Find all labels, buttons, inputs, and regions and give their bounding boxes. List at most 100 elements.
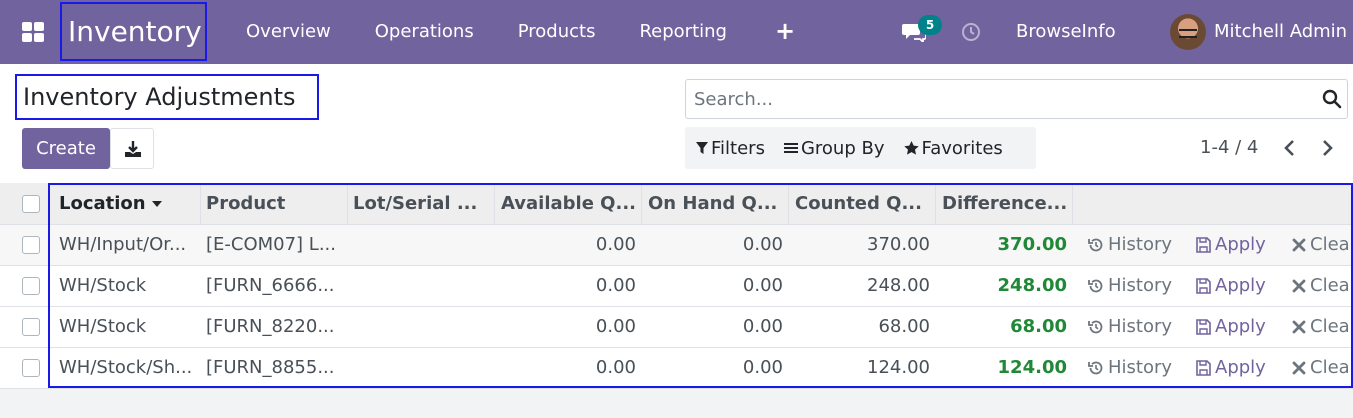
menu-overview[interactable]: Overview bbox=[224, 0, 353, 64]
column-product[interactable]: Product bbox=[200, 183, 348, 225]
row-checkbox[interactable] bbox=[22, 277, 40, 295]
clear-label: Clear bbox=[1310, 357, 1353, 378]
apply-label: Apply bbox=[1215, 316, 1266, 337]
table-row[interactable]: WH/Stock [FURN_6666... 0.00 0.00 248.00 … bbox=[0, 266, 1353, 307]
row-checkbox[interactable] bbox=[22, 318, 40, 336]
history-icon bbox=[1088, 320, 1103, 334]
apply-label: Apply bbox=[1215, 357, 1266, 378]
apply-button[interactable]: Apply bbox=[1196, 348, 1266, 388]
column-available-qty[interactable]: Available Q... bbox=[495, 183, 642, 225]
history-label: History bbox=[1108, 357, 1173, 378]
clear-label: Clear bbox=[1310, 275, 1353, 296]
group-by-button[interactable]: Group By bbox=[773, 127, 893, 169]
cell-available: 0.00 bbox=[595, 357, 636, 378]
menu-products[interactable]: Products bbox=[496, 0, 618, 64]
list-icon bbox=[783, 143, 798, 153]
clear-button[interactable]: Clear bbox=[1292, 225, 1353, 265]
main-menu: Overview Operations Products Reporting bbox=[224, 0, 749, 64]
cell-lot bbox=[347, 266, 495, 306]
user-menu[interactable]: Mitchell Admin bbox=[1214, 0, 1347, 64]
cell-location: WH/Stock bbox=[59, 316, 147, 337]
save-icon bbox=[1196, 278, 1211, 294]
group-by-label: Group By bbox=[800, 137, 885, 159]
filters-button[interactable]: Filters bbox=[685, 127, 773, 169]
row-checkbox[interactable] bbox=[22, 359, 40, 377]
cell-difference: 68.00 bbox=[1010, 316, 1067, 337]
save-icon bbox=[1196, 237, 1211, 253]
star-icon bbox=[903, 141, 919, 155]
menu-operations[interactable]: Operations bbox=[353, 0, 496, 64]
select-all-checkbox[interactable] bbox=[22, 195, 40, 213]
cell-counted[interactable]: 124.00 bbox=[789, 348, 936, 388]
page-background bbox=[0, 389, 1353, 418]
plus-icon[interactable]: + bbox=[775, 18, 795, 44]
apply-button[interactable]: Apply bbox=[1196, 225, 1266, 265]
cell-difference: 370.00 bbox=[997, 234, 1067, 255]
table-row[interactable]: WH/Input/Or... [E-COM07] L... 0.00 0.00 … bbox=[0, 225, 1353, 266]
close-icon bbox=[1292, 320, 1306, 334]
row-checkbox[interactable] bbox=[22, 236, 40, 254]
favorites-button[interactable]: Favorites bbox=[893, 127, 1011, 169]
apps-menu-icon[interactable] bbox=[22, 22, 44, 42]
cell-product: [FURN_8855... bbox=[206, 357, 335, 378]
search-icon[interactable] bbox=[1322, 89, 1342, 109]
filter-icon bbox=[696, 142, 708, 154]
cell-counted[interactable]: 68.00 bbox=[789, 307, 936, 347]
cell-product: [FURN_8220... bbox=[206, 316, 335, 337]
history-button[interactable]: History bbox=[1088, 225, 1172, 265]
filters-label: Filters bbox=[711, 137, 765, 159]
clear-clip: Clear bbox=[1290, 307, 1353, 347]
history-label: History bbox=[1108, 275, 1173, 296]
cell-counted[interactable]: 248.00 bbox=[789, 266, 936, 306]
cell-counted[interactable]: 370.00 bbox=[789, 225, 936, 265]
column-difference[interactable]: Difference... bbox=[936, 183, 1073, 225]
cell-on-hand: 0.00 bbox=[742, 234, 783, 255]
search-options: Filters Group By Favorites bbox=[685, 127, 1036, 169]
avatar[interactable] bbox=[1170, 14, 1206, 50]
search-input[interactable] bbox=[686, 80, 1306, 118]
table-row[interactable]: WH/Stock/Sh... [FURN_8855... 0.00 0.00 1… bbox=[0, 348, 1353, 389]
history-label: History bbox=[1108, 316, 1173, 337]
chevron-right-icon[interactable] bbox=[1318, 138, 1336, 158]
pager-value[interactable]: 1-4 / 4 bbox=[1200, 136, 1258, 160]
cell-product: [FURN_6666... bbox=[206, 275, 335, 296]
inventory-table: Location Product Lot/Serial ... Availabl… bbox=[0, 183, 1353, 389]
clock-icon[interactable] bbox=[961, 22, 981, 42]
cell-location: WH/Input/Or... bbox=[59, 234, 187, 255]
table-row[interactable]: WH/Stock [FURN_8220... 0.00 0.00 68.00 6… bbox=[0, 307, 1353, 348]
column-counted-qty[interactable]: Counted Q... bbox=[789, 183, 936, 225]
history-icon bbox=[1088, 279, 1103, 293]
cell-difference: 248.00 bbox=[997, 275, 1067, 296]
create-button[interactable]: Create bbox=[22, 128, 110, 169]
apply-button[interactable]: Apply bbox=[1196, 307, 1266, 347]
chevron-left-icon[interactable] bbox=[1281, 138, 1299, 158]
history-label: History bbox=[1108, 234, 1173, 255]
cell-on-hand: 0.00 bbox=[742, 357, 783, 378]
cell-difference: 124.00 bbox=[997, 357, 1067, 378]
clear-button[interactable]: Clear bbox=[1292, 266, 1353, 306]
cell-location: WH/Stock bbox=[59, 275, 147, 296]
history-button[interactable]: History bbox=[1088, 266, 1172, 306]
clear-button[interactable]: Clear bbox=[1292, 348, 1353, 388]
clear-button[interactable]: Clear bbox=[1292, 307, 1353, 347]
app-brand[interactable]: Inventory bbox=[60, 2, 207, 61]
column-lot-serial[interactable]: Lot/Serial ... bbox=[347, 183, 495, 225]
download-icon bbox=[125, 141, 141, 157]
company-switcher[interactable]: BrowseInfo bbox=[1016, 0, 1116, 64]
cell-on-hand: 0.00 bbox=[742, 316, 783, 337]
column-location[interactable]: Location bbox=[53, 183, 201, 225]
clear-label: Clear bbox=[1310, 234, 1353, 255]
sort-down-icon bbox=[151, 201, 162, 207]
history-button[interactable]: History bbox=[1088, 307, 1172, 347]
export-button[interactable] bbox=[110, 128, 154, 169]
clear-label: Clear bbox=[1310, 316, 1353, 337]
apply-button[interactable]: Apply bbox=[1196, 266, 1266, 306]
cell-lot bbox=[347, 348, 495, 388]
history-button[interactable]: History bbox=[1088, 348, 1172, 388]
menu-reporting[interactable]: Reporting bbox=[617, 0, 749, 64]
close-icon bbox=[1292, 361, 1306, 375]
column-on-hand-qty[interactable]: On Hand Q... bbox=[642, 183, 789, 225]
table-header: Location Product Lot/Serial ... Availabl… bbox=[0, 183, 1353, 225]
apply-label: Apply bbox=[1215, 275, 1266, 296]
apply-label: Apply bbox=[1215, 234, 1266, 255]
